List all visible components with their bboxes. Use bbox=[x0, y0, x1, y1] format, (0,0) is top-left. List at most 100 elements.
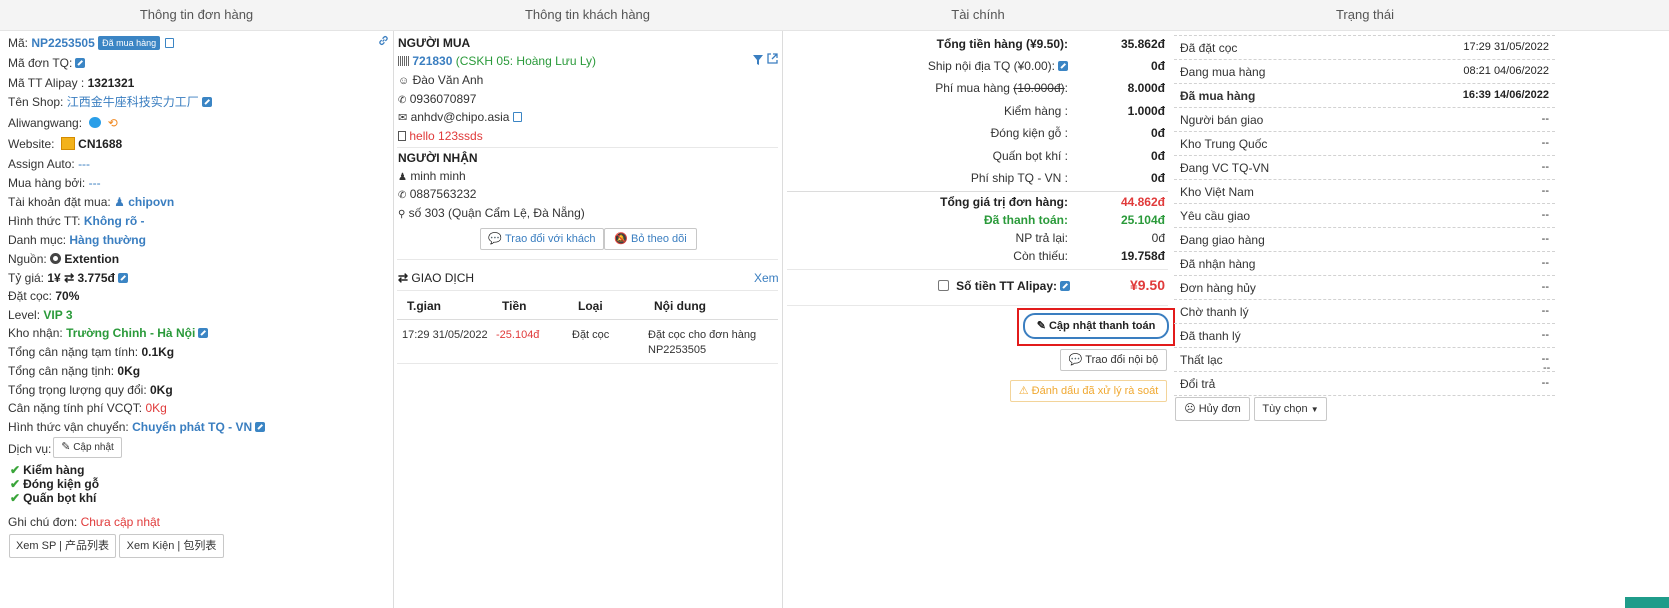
intl-ship-fee-value: 0đ bbox=[1150, 171, 1165, 185]
goods-total-value: 35.862đ bbox=[1120, 37, 1165, 51]
update-payment-button[interactable]: ✎ Cập nhật thanh toán bbox=[1023, 313, 1169, 339]
status-label: Đang mua hàng bbox=[1180, 65, 1266, 79]
receiver-address: số 303 (Quận Cẩm Lệ, Đà Nẵng) bbox=[408, 206, 585, 220]
chat-customer-button[interactable]: 💬 Trao đổi với khách bbox=[480, 228, 604, 250]
cn-ship-value: 0đ bbox=[1150, 59, 1165, 73]
est-weight-label: Tổng cân nặng tạm tính: bbox=[8, 345, 139, 359]
filter-icon[interactable] bbox=[753, 53, 763, 69]
trailing-dash: -- bbox=[1543, 362, 1551, 374]
copy-icon[interactable] bbox=[512, 112, 522, 122]
conv-weight-row: Tổng trọng lượng quy đổi: 0Kg bbox=[8, 382, 173, 398]
service-label: Dịch vụ: bbox=[8, 442, 52, 456]
shipping-method-value[interactable]: Chuyển phát TQ - VN bbox=[132, 420, 252, 434]
options-dropdown[interactable]: Tùy chọn ▼ bbox=[1254, 397, 1327, 421]
website-value: CN1688 bbox=[78, 137, 123, 151]
deposit-value: 70% bbox=[55, 289, 80, 303]
purchase-fee-row: Phí mua hàng (10.000đ): bbox=[935, 80, 1068, 96]
cn-ship-row: Ship nội địa TQ (¥0.00): bbox=[928, 58, 1068, 74]
mark-reviewed-button[interactable]: ⚠ Đánh dấu đã xử lý rà soát bbox=[1010, 380, 1167, 402]
unfollow-button[interactable]: 🔕 Bỏ theo dõi bbox=[604, 228, 697, 250]
edit-icon[interactable] bbox=[1058, 61, 1068, 71]
category-value[interactable]: Hàng thường bbox=[69, 233, 146, 247]
update-payment-label: Cập nhật thanh toán bbox=[1048, 320, 1156, 332]
external-link-icon[interactable] bbox=[767, 52, 778, 68]
exchange-icon: ⇄ bbox=[64, 271, 75, 285]
aliwangwang-chat-icon[interactable] bbox=[89, 117, 102, 128]
column-header-bar: Thông tin đơn hàng Thông tin khách hàng … bbox=[0, 0, 1669, 31]
status-label: Đã thanh lý bbox=[1180, 329, 1241, 343]
account-link[interactable]: chipovn bbox=[128, 195, 174, 209]
link-icon[interactable] bbox=[378, 34, 389, 50]
view-packages-button[interactable]: Xem Kiện | 包列表 bbox=[119, 534, 224, 558]
status-time: -- bbox=[1541, 233, 1549, 245]
edit-icon[interactable] bbox=[198, 328, 209, 338]
status-label: Kho Trung Quốc bbox=[1180, 137, 1268, 151]
level-row: Level: VIP 3 bbox=[8, 307, 73, 323]
bubble-wrap-fee-value: 0đ bbox=[1150, 149, 1165, 163]
status-time: -- bbox=[1541, 257, 1549, 269]
assign-value[interactable]: --- bbox=[78, 157, 90, 171]
caret-down-icon: ▼ bbox=[1310, 405, 1319, 414]
status-row-active: Đã mua hàng 16:39 14/06/2022 bbox=[1174, 84, 1555, 108]
status-label: Kho Việt Nam bbox=[1180, 185, 1254, 199]
shipping-method-row: Hình thức vận chuyển: Chuyển phát TQ - V… bbox=[8, 419, 266, 435]
edit-icon[interactable] bbox=[75, 58, 86, 68]
divider bbox=[787, 269, 1168, 270]
scroll-top-button[interactable] bbox=[1625, 597, 1669, 608]
internal-chat-button[interactable]: 💬 Trao đổi nội bộ bbox=[1060, 349, 1167, 371]
status-label: Yêu cầu giao bbox=[1180, 209, 1251, 223]
order-total-label: Tổng giá trị đơn hàng: bbox=[940, 195, 1068, 209]
status-row: Đổi trả -- bbox=[1174, 372, 1555, 396]
warehouse-value[interactable]: Trường Chinh - Hà Nội bbox=[66, 326, 195, 340]
cancel-order-button[interactable]: ☹ Hủy đơn bbox=[1175, 397, 1250, 421]
map-marker-icon: ⚲ bbox=[398, 209, 406, 220]
purchase-fee-value: 8.000đ bbox=[1127, 81, 1165, 95]
alipay-checkbox[interactable] bbox=[937, 280, 949, 291]
exchange-rate-left: 1¥ bbox=[47, 271, 61, 285]
service-item: ✔ Kiểm hàng bbox=[10, 463, 84, 477]
payment-method-value[interactable]: Không rõ - bbox=[84, 214, 145, 228]
receiver-phone-row: ✆ 0887563232 bbox=[398, 186, 476, 204]
edit-icon[interactable] bbox=[117, 273, 128, 283]
buyer-id-link[interactable]: 721830 bbox=[412, 54, 452, 68]
copy-icon[interactable] bbox=[165, 38, 175, 48]
bell-slash-icon: 🔕 bbox=[614, 233, 628, 245]
level-value: VIP 3 bbox=[43, 308, 73, 322]
status-time: -- bbox=[1541, 305, 1549, 317]
finance-panel: Tổng tiền hàng (¥9.50): 35.862đ Ship nội… bbox=[782, 31, 1175, 608]
buyer-staff-value[interactable]: --- bbox=[89, 176, 101, 190]
view-products-button[interactable]: Xem SP | 产品列表 bbox=[9, 534, 116, 558]
warning-icon: ⚠ bbox=[1018, 385, 1029, 397]
edit-icon[interactable] bbox=[255, 422, 266, 432]
status-time: 08:21 04/06/2022 bbox=[1463, 65, 1549, 77]
edit-icon[interactable] bbox=[1060, 281, 1070, 291]
status-label: Đã mua hàng bbox=[1180, 89, 1256, 103]
warehouse-row: Kho nhận: Trường Chinh - Hà Nội bbox=[8, 325, 209, 341]
divider bbox=[787, 191, 1168, 192]
order-note-value[interactable]: Chưa cập nhật bbox=[81, 515, 160, 529]
view-transactions-link[interactable]: Xem bbox=[754, 270, 779, 286]
divider bbox=[397, 259, 778, 260]
refresh-icon[interactable]: ⟲ bbox=[108, 116, 118, 130]
edit-icon[interactable] bbox=[201, 97, 212, 107]
alipay-amount-value: ¥9.50 bbox=[1129, 277, 1165, 293]
purchase-fee-label: Phí mua hàng bbox=[935, 81, 1010, 95]
status-label: Thất lạc bbox=[1180, 353, 1223, 367]
purchase-fee-original: (10.000đ) bbox=[1013, 81, 1065, 95]
order-note-row: Ghi chú đơn: Chưa cập nhật bbox=[8, 514, 160, 530]
transactions-title-row: ⇄ GIAO DỊCH bbox=[398, 270, 474, 286]
service-item-label: Quấn bọt khí bbox=[23, 491, 97, 505]
status-label: Người bán giao bbox=[1180, 113, 1264, 127]
receiver-address-row: ⚲ số 303 (Quận Cẩm Lệ, Đà Nẵng) bbox=[398, 205, 585, 223]
status-time: 17:29 31/05/2022 bbox=[1463, 41, 1549, 53]
tx-type: Đặt cọc bbox=[572, 329, 610, 341]
buyer-staff-label: Mua hàng bởi: bbox=[8, 176, 86, 190]
order-code[interactable]: NP2253505 bbox=[31, 36, 94, 50]
inspection-fee-label: Kiểm hàng : bbox=[1003, 104, 1068, 118]
goods-total-label: Tổng tiền hàng (¥9.50): bbox=[936, 37, 1068, 51]
update-service-button[interactable]: ✎ Cập nhật bbox=[53, 437, 122, 458]
shop-link[interactable]: 江西金牛座科技实力工厂 bbox=[67, 95, 199, 109]
source-value: Extention bbox=[64, 252, 120, 266]
order-code-label: Mã: bbox=[8, 36, 29, 50]
exchange-rate-right: 3.775đ bbox=[77, 271, 115, 285]
